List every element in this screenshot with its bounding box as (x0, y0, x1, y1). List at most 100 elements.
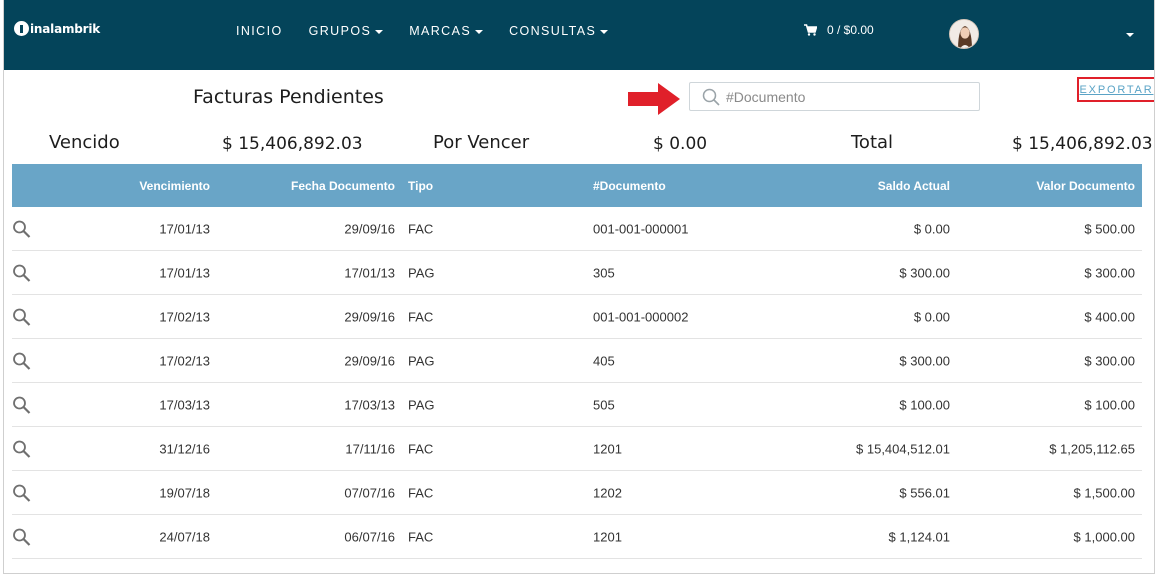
total-value: $ 15,406,892.03 (1012, 134, 1153, 154)
user-menu-caret-icon[interactable] (1126, 33, 1134, 37)
cell-valor-documento: $ 500.00 (1084, 221, 1135, 236)
cell-tipo: PAG (408, 353, 435, 368)
col-documento[interactable]: #Documento (593, 179, 666, 193)
cell-valor-documento: $ 100.00 (1084, 397, 1135, 412)
cell-documento: 001-001-000001 (593, 221, 689, 236)
chevron-down-icon (375, 29, 384, 34)
page-frame: inalambrik INICIO GRUPOS MARCAS CONSULTAS 0… (3, 0, 1155, 574)
magnifier-icon[interactable] (12, 307, 31, 326)
export-label[interactable]: EXPORTAR (1080, 84, 1154, 96)
table-row: 17/01/13 17/01/13 PAG 305 $ 300.00 $ 300.00 (12, 251, 1142, 295)
page-title: Facturas Pendientes (193, 86, 384, 108)
main-nav: INICIO GRUPOS MARCAS CONSULTAS (236, 24, 609, 38)
por-vencer-label: Por Vencer (433, 132, 530, 153)
nav-item-label: INICIO (236, 24, 283, 38)
cell-vencimiento: 17/03/13 (159, 397, 210, 412)
table-row: 17/02/13 29/09/16 FAC 001-001-000002 $ 0.00 $… (12, 295, 1142, 339)
cell-documento: 1202 (593, 485, 622, 500)
magnifier-icon[interactable] (12, 527, 31, 546)
cell-documento: 405 (593, 353, 615, 368)
cell-valor-documento: $ 1,500.00 (1073, 485, 1135, 500)
cell-fecha-documento: 29/09/16 (344, 309, 395, 324)
cell-fecha-documento: 17/11/16 (345, 441, 395, 456)
cell-vencimiento: 17/02/13 (159, 309, 210, 324)
cart-total: 0 / $0.00 (827, 23, 874, 37)
cell-saldo-actual: $ 300.00 (899, 265, 950, 280)
user-avatar[interactable] (949, 19, 979, 49)
cell-vencimiento: 17/01/13 (159, 265, 210, 280)
cell-documento: 001-001-000002 (593, 309, 689, 324)
table-row: 17/03/13 17/03/13 PAG 505 $ 100.00 $ 100.00 (12, 383, 1142, 427)
cell-documento: 1201 (593, 529, 622, 544)
table-row: 17/01/13 29/09/16 FAC 001-001-000001 $ 0.00 $… (12, 207, 1142, 251)
logo-text: inalambrik (30, 21, 101, 36)
cell-documento: 1201 (593, 441, 622, 456)
nav-item-grupos[interactable]: GRUPOS (309, 24, 384, 38)
cell-tipo: FAC (408, 309, 434, 324)
cell-tipo: FAC (408, 221, 434, 236)
col-saldo-actual[interactable]: Saldo Actual (878, 179, 950, 193)
export-button[interactable]: EXPORTAR (1077, 77, 1154, 102)
cell-fecha-documento: 29/09/16 (344, 353, 395, 368)
cell-valor-documento: $ 1,205,112.65 (1049, 441, 1135, 456)
nav-item-consultas[interactable]: CONSULTAS (509, 24, 609, 38)
vencido-value: $ 15,406,892.03 (222, 134, 363, 154)
nav-item-inicio[interactable]: INICIO (236, 24, 283, 38)
cell-saldo-actual: $ 0.00 (913, 309, 950, 324)
cell-saldo-actual: $ 1,124.01 (888, 529, 950, 544)
top-navbar: inalambrik INICIO GRUPOS MARCAS CONSULTAS 0… (4, 0, 1154, 70)
cell-tipo: PAG (408, 265, 435, 280)
cell-tipo: FAC (408, 529, 434, 544)
cell-vencimiento: 24/07/18 (159, 529, 210, 544)
nav-item-marcas[interactable]: MARCAS (409, 24, 484, 38)
col-tipo[interactable]: Tipo (408, 179, 433, 193)
red-arrow-icon (628, 83, 680, 115)
cell-vencimiento: 17/01/13 (159, 221, 210, 236)
magnifier-icon[interactable] (12, 439, 31, 458)
search-icon (702, 88, 720, 106)
document-search-input[interactable] (726, 88, 966, 105)
cell-fecha-documento: 17/03/13 (344, 397, 395, 412)
magnifier-icon[interactable] (12, 483, 31, 502)
cell-valor-documento: $ 300.00 (1084, 265, 1135, 280)
nav-item-label: GRUPOS (308, 24, 372, 38)
cell-vencimiento: 19/07/18 (159, 485, 210, 500)
cell-documento: 305 (593, 265, 615, 280)
cell-documento: 505 (593, 397, 615, 412)
magnifier-icon[interactable] (12, 351, 31, 370)
magnifier-icon[interactable] (12, 263, 31, 282)
cell-saldo-actual: $ 300.00 (899, 353, 950, 368)
cell-fecha-documento: 29/09/16 (344, 221, 395, 236)
cell-tipo: PAG (408, 397, 435, 412)
document-search[interactable] (689, 82, 980, 111)
cell-saldo-actual: $ 15,404,512.01 (856, 441, 950, 456)
cell-vencimiento: 17/02/13 (159, 353, 210, 368)
col-valor-documento[interactable]: Valor Documento (1036, 179, 1135, 193)
magnifier-icon[interactable] (12, 219, 31, 238)
cell-saldo-actual: $ 0.00 (913, 221, 950, 236)
cell-vencimiento: 31/12/16 (159, 441, 210, 456)
total-label: Total (851, 132, 894, 153)
chevron-down-icon (600, 29, 609, 34)
magnifier-icon[interactable] (12, 395, 31, 414)
table-row: 19/07/18 07/07/16 FAC 1202 $ 556.01 $ 1,500.0… (12, 471, 1142, 515)
nav-item-label: CONSULTAS (509, 24, 597, 38)
chevron-down-icon (475, 29, 484, 34)
nav-item-label: MARCAS (409, 24, 472, 38)
cell-saldo-actual: $ 100.00 (899, 397, 950, 412)
cell-valor-documento: $ 400.00 (1084, 309, 1135, 324)
invoices-table: Vencimiento Fecha Documento Tipo #Docume… (12, 164, 1142, 559)
cell-fecha-documento: 06/07/16 (344, 529, 395, 544)
table-body: 17/01/13 29/09/16 FAC 001-001-000001 $ 0.00 $… (12, 207, 1142, 559)
col-vencimiento[interactable]: Vencimiento (139, 179, 210, 193)
avatar-image (950, 20, 978, 48)
cart-icon (804, 24, 817, 36)
cell-fecha-documento: 07/07/16 (344, 485, 395, 500)
vencido-label: Vencido (49, 132, 120, 153)
logo-icon (14, 21, 29, 36)
table-row: 31/12/16 17/11/16 FAC 1201 $ 15,404,512.01 $ … (12, 427, 1142, 471)
cart-summary[interactable]: 0 / $0.00 (804, 23, 874, 37)
brand-logo[interactable]: inalambrik (14, 21, 100, 36)
col-fecha-documento[interactable]: Fecha Documento (291, 179, 395, 193)
table-row: 17/02/13 29/09/16 PAG 405 $ 300.00 $ 300.00 (12, 339, 1142, 383)
